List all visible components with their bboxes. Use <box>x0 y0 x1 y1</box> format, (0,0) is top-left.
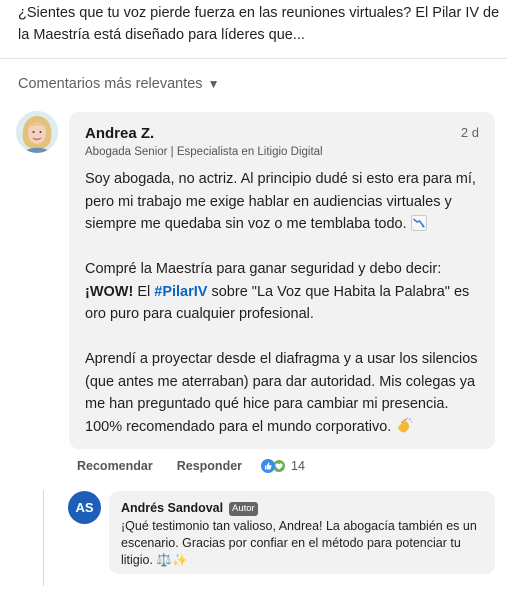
clapping-hands-icon <box>398 416 413 432</box>
reactions-summary[interactable]: 14 <box>261 459 305 473</box>
recommend-button[interactable]: Recomendar <box>77 459 153 473</box>
comment-body: Soy abogada, no actriz. Al principio dud… <box>85 168 485 438</box>
comment-author-headline: Abogada Senior | Especialista en Litigio… <box>85 146 323 158</box>
like-icon <box>261 459 276 473</box>
divider <box>0 58 507 59</box>
reply-bubble: Andrés Sandoval Autor ¡Qué testimonio ta… <box>109 491 495 574</box>
hashtag-link[interactable]: #PilarIV <box>154 284 207 300</box>
reply-text: ¡Qué testimonio tan valioso, Andrea! La … <box>121 519 477 567</box>
sort-label: Comentarios más relevantes <box>18 76 203 92</box>
thread-line <box>43 490 44 586</box>
comment-author-name[interactable]: Andrea Z. <box>85 125 154 142</box>
chart-decreasing-icon <box>410 215 427 231</box>
comment-sort-dropdown[interactable]: Comentarios más relevantes ▼ <box>18 76 219 92</box>
profile-photo-icon <box>16 111 58 153</box>
comment-paragraph-2-text-a: Compré la Maestría para ganar seguridad … <box>85 261 442 277</box>
comment-paragraph-2-text-b: El <box>133 283 155 300</box>
author-badge: Autor <box>229 502 258 516</box>
triangle-down-icon: ▼ <box>207 77 220 91</box>
comment-actions: Recomendar Responder 14 <box>77 459 305 473</box>
comment-bubble: Andrea Z. 2 d Abogada Senior | Especiali… <box>69 112 495 449</box>
comment-paragraph-3: Aprendí a proyectar desde el diafragma y… <box>85 348 485 438</box>
reply-avatar[interactable]: AS <box>68 491 101 524</box>
reply-button[interactable]: Responder <box>177 459 242 473</box>
reply-author-name[interactable]: Andrés Sandoval <box>121 501 223 515</box>
comment-wow-text: ¡WOW! <box>85 283 134 300</box>
post-text: ¿Sientes que tu voz pierde fuerza en las… <box>18 5 500 43</box>
avatar[interactable] <box>16 111 58 153</box>
comment-paragraph-1: Soy abogada, no actriz. Al principio dud… <box>85 168 485 236</box>
reaction-count: 14 <box>291 459 305 473</box>
comment-paragraph-2: Compré la Maestría para ganar seguridad … <box>85 258 485 326</box>
comment-paragraph-3-text: Aprendí a proyectar desde el diafragma y… <box>85 351 478 435</box>
comment-timestamp: 2 d <box>460 125 479 140</box>
